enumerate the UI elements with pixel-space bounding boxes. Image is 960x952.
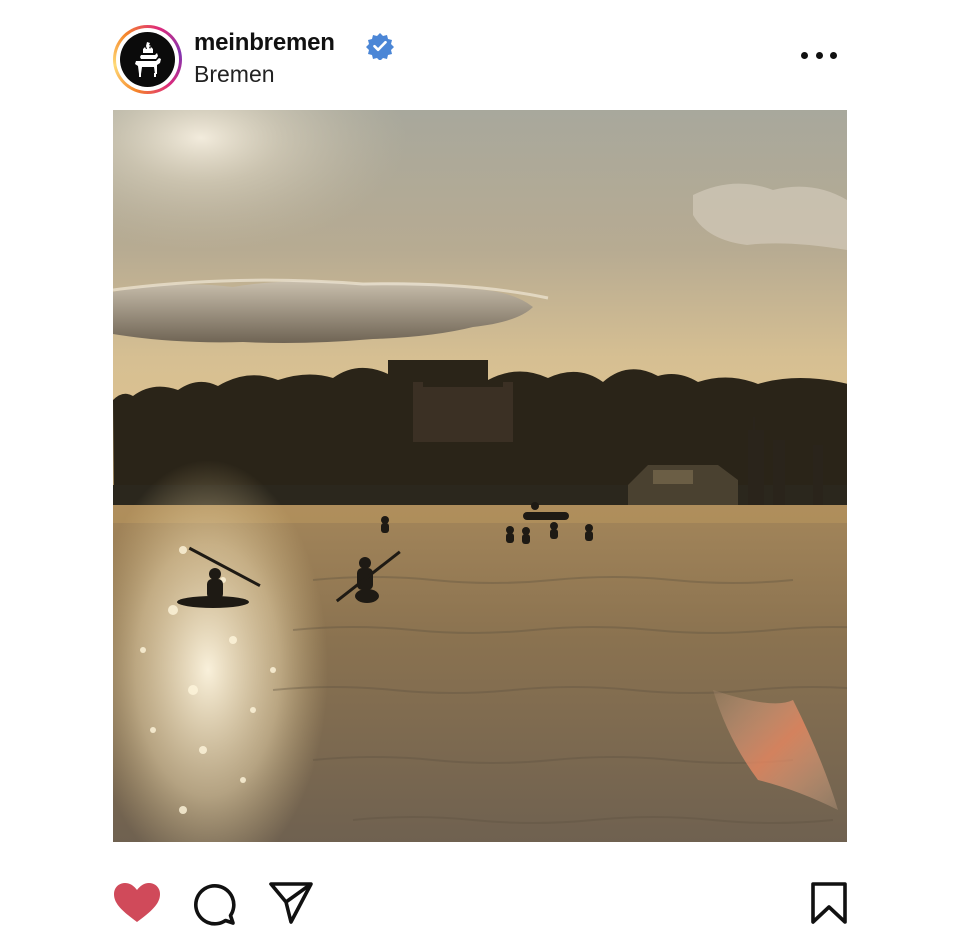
bookmark-icon[interactable] xyxy=(810,882,848,924)
post-header: meinbremen Bremen xyxy=(113,25,847,97)
river-sunset-photo xyxy=(113,110,847,842)
heart-filled-icon[interactable] xyxy=(113,882,161,924)
avatar[interactable] xyxy=(113,25,182,94)
post-image[interactable] xyxy=(113,110,847,842)
paper-plane-icon[interactable] xyxy=(269,882,313,924)
verified-badge-icon xyxy=(366,33,394,60)
post-actions xyxy=(113,876,847,930)
town-musicians-logo-icon xyxy=(120,32,175,87)
location-link[interactable]: Bremen xyxy=(194,61,275,88)
comment-icon[interactable] xyxy=(192,882,236,926)
more-options-icon[interactable] xyxy=(801,41,837,69)
username[interactable]: meinbremen xyxy=(194,29,335,57)
